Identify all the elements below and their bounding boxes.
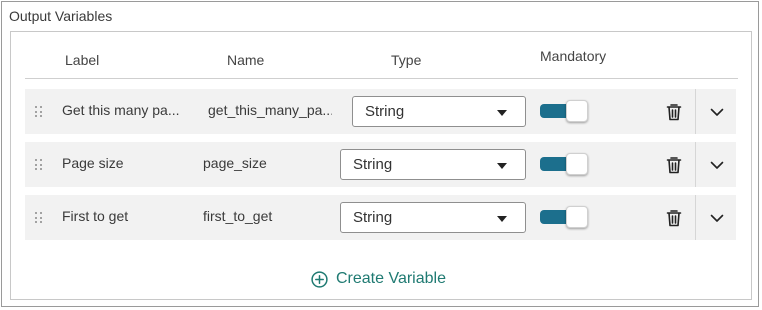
type-select[interactable]: String <box>340 149 526 180</box>
plus-circle-icon <box>311 270 328 288</box>
create-variable-label: Create Variable <box>336 270 446 287</box>
trash-icon[interactable] <box>666 156 682 174</box>
header-mandatory: Mandatory <box>540 48 607 64</box>
header-label: Label <box>65 52 100 68</box>
caret-down-icon <box>497 163 507 169</box>
header-name: Name <box>227 52 265 68</box>
caret-down-icon <box>497 216 507 222</box>
toggle-knob <box>566 206 588 228</box>
drag-handle-icon[interactable] <box>35 212 43 224</box>
variable-row: First to get first_to_get String <box>25 195 736 240</box>
chevron-down-icon[interactable] <box>709 104 725 120</box>
trash-icon[interactable] <box>666 209 682 227</box>
variable-label: First to get <box>62 208 129 224</box>
variable-label: Get this many pa... <box>62 102 180 118</box>
row-divider <box>695 89 696 134</box>
chevron-down-icon[interactable] <box>709 157 725 173</box>
toggle-knob <box>566 153 588 175</box>
type-select[interactable]: String <box>340 202 526 233</box>
variable-name: get_this_many_pa... <box>208 102 332 118</box>
header-divider <box>25 78 738 79</box>
section-title: Output Variables <box>9 8 113 24</box>
type-select-value: String <box>353 156 393 173</box>
variable-name: page_size <box>203 155 267 171</box>
variable-label: Page size <box>62 155 124 171</box>
mandatory-toggle[interactable] <box>540 100 590 122</box>
variable-row: Get this many pa... get_this_many_pa... … <box>25 89 736 134</box>
toggle-knob <box>566 100 588 122</box>
chevron-down-icon[interactable] <box>709 210 725 226</box>
drag-handle-icon[interactable] <box>35 106 43 118</box>
type-select-value: String <box>365 103 405 120</box>
type-select-value: String <box>353 209 393 226</box>
mandatory-toggle[interactable] <box>540 153 590 175</box>
create-variable-button[interactable]: Create Variable <box>311 268 446 290</box>
row-divider <box>695 195 696 240</box>
mandatory-toggle[interactable] <box>540 206 590 228</box>
variable-name: first_to_get <box>203 208 273 224</box>
header-type: Type <box>391 52 422 68</box>
caret-down-icon <box>497 110 507 116</box>
type-select[interactable]: String <box>352 96 526 127</box>
row-divider <box>695 142 696 187</box>
drag-handle-icon[interactable] <box>35 159 43 171</box>
variable-row: Page size page_size String <box>25 142 736 187</box>
trash-icon[interactable] <box>666 103 682 121</box>
